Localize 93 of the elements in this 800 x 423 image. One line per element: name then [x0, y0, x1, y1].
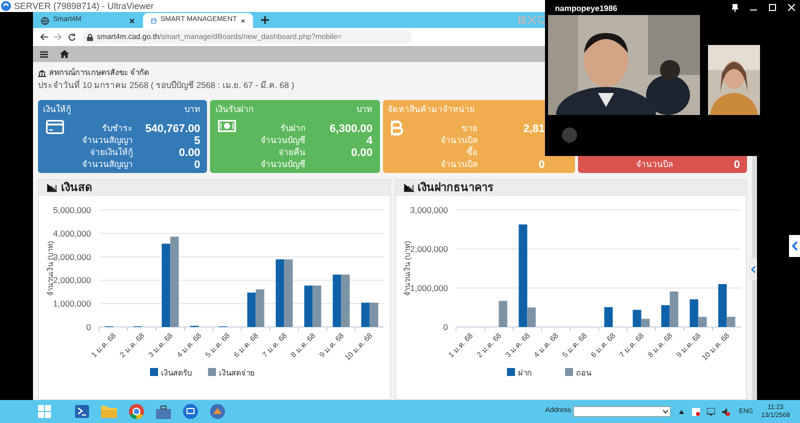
legend-swatch [208, 368, 216, 376]
row-label: ขาย [460, 122, 478, 134]
bitcoin-icon [390, 120, 402, 136]
banknote-icon [218, 120, 236, 132]
new-tab-icon[interactable] [261, 16, 269, 24]
page-icon [151, 16, 156, 24]
row-label: จำนวนบิล [634, 158, 673, 170]
row-value: 0.00 [351, 147, 372, 159]
menu-icon[interactable] [40, 50, 48, 58]
tick-label: 2,000,000 [410, 244, 448, 254]
reload-icon[interactable] [68, 33, 76, 41]
bar [276, 259, 284, 327]
row-value: 540,767.00 [145, 123, 200, 135]
bar [361, 302, 370, 327]
side-tab[interactable] [749, 258, 757, 280]
row-label: จำนวนบัญชี [259, 134, 306, 146]
briefcase-icon[interactable] [156, 404, 171, 418]
tick-label: 3,000,000 [53, 252, 91, 262]
row-label: ซื้อ [466, 146, 478, 158]
legend-label: เงินสดรับ [161, 368, 192, 378]
panel-title: เงินสด [61, 180, 92, 196]
remote-app-icon[interactable] [183, 404, 198, 419]
windows-start-icon[interactable] [38, 405, 51, 418]
bar [332, 274, 342, 327]
legend-swatch [150, 368, 158, 376]
tick-label: 4,000,000 [53, 228, 91, 238]
row-value: 0 [734, 159, 740, 171]
row-label: รับชำระ [101, 122, 133, 134]
caret-up-icon[interactable] [678, 410, 684, 414]
window-title: SERVER (79898714) - UltraViewer [14, 2, 154, 10]
card-title: เงินให้กู้ [43, 103, 71, 115]
row-label: จำนวนสัญญา [81, 158, 133, 170]
credit-card-icon [46, 120, 64, 134]
legend-swatch [506, 368, 514, 376]
maximize-icon[interactable] [769, 4, 776, 11]
powershell-icon[interactable] [75, 405, 89, 418]
unit-label: บาท [356, 103, 372, 115]
bar [247, 292, 256, 327]
globe-icon [41, 16, 49, 24]
lock-icon [87, 34, 93, 40]
unit-label: บาท [184, 103, 200, 115]
tick-label: 3,000,000 [410, 205, 448, 215]
side-tab[interactable] [789, 235, 800, 257]
bar [304, 286, 313, 327]
row-value: 6,300.00 [330, 123, 372, 135]
bar-chart-icon [404, 184, 414, 192]
tick-label: 1,000,000 [53, 298, 91, 309]
tray-icon[interactable] [692, 408, 700, 416]
row-value: 0 [538, 159, 545, 171]
address-input[interactable] [572, 406, 671, 417]
legend-swatch [564, 368, 572, 376]
row-label: รับฝาก [279, 122, 306, 134]
close-icon[interactable] [240, 18, 245, 24]
bank-icon [38, 70, 46, 76]
row-value: 4 [366, 135, 372, 147]
card-title: เงินรับฝาก [215, 103, 254, 115]
tick-label: 0 [86, 322, 91, 332]
row-value: 5 [194, 135, 200, 147]
row-label: จ่ายคืน [277, 146, 306, 158]
tick-label: 1,000,000 [410, 283, 448, 293]
app-icon[interactable] [210, 404, 225, 419]
row-label: จำนวนบิล [440, 158, 478, 170]
panel-title: เงินฝากธนาคาร [418, 180, 494, 196]
bar [498, 300, 507, 327]
organization-name: สหกรณ์การเกษตรสังขะ จำกัด [49, 67, 150, 79]
row-value: 2,81 [523, 123, 545, 135]
chrome-icon[interactable] [129, 404, 144, 419]
tick-label: 2,000,000 [53, 275, 91, 286]
bar-chart-icon [47, 184, 57, 192]
caller-name: nampopeye1986 [555, 3, 618, 15]
legend-label: เงินสดจ่าย [219, 368, 255, 378]
row-label: จำนวนสัญญา [81, 134, 133, 146]
legend-label: ฝาก [518, 368, 532, 378]
home-icon[interactable] [60, 50, 69, 58]
pin-icon[interactable] [732, 4, 738, 12]
date-line: ประจำวันที่ 10 มกราคม 2568 ( รอบปีบัญชี 2568 : เม.ย. 67 - มี.ค. 68 ) [38, 79, 296, 91]
row-value: 0 [194, 159, 200, 171]
row-label: จำนวนบัญชี [259, 158, 306, 170]
back-icon[interactable] [40, 33, 48, 41]
network-icon[interactable] [706, 408, 715, 416]
card-title: จัดหาสินค้ามาจำหน่าย [388, 103, 474, 115]
tick-label: 5,000,000 [53, 205, 91, 215]
row-label: จำนวนบิล [440, 134, 478, 146]
row-value: 0.00 [178, 147, 200, 159]
row-label: จ่ายเงินให้กู้ [89, 146, 133, 158]
speaker-icon[interactable] [722, 408, 730, 416]
dropdown-icon [662, 410, 668, 414]
tick-label: 0 [442, 322, 448, 332]
close-icon[interactable] [129, 18, 135, 24]
chevron-left-icon [792, 241, 798, 251]
chevron-left-icon [750, 266, 756, 272]
bar [604, 307, 612, 327]
legend-label: ถอน [576, 368, 590, 378]
